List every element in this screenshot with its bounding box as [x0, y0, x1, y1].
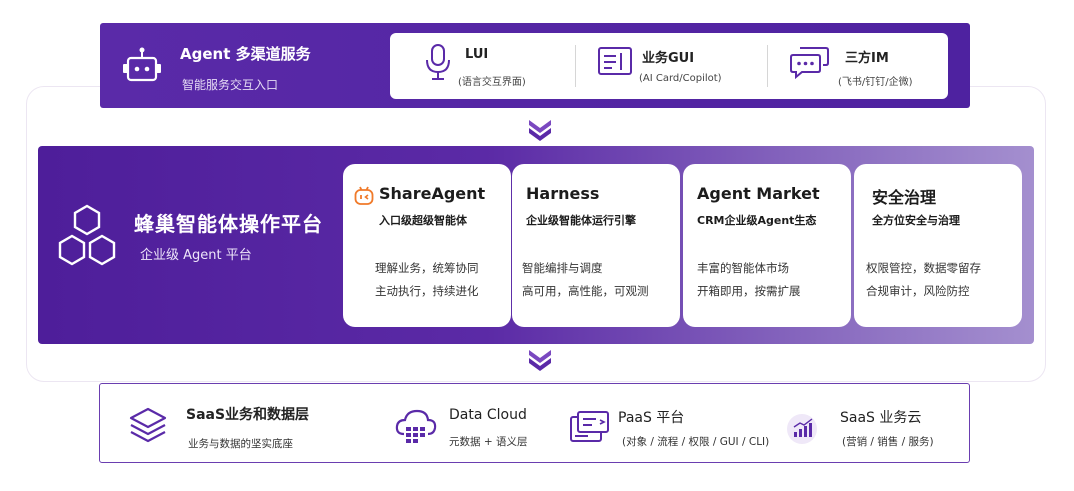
- channel-item-title: 三方IM: [845, 51, 889, 66]
- channel-title: Agent 多渠道服务: [180, 45, 311, 63]
- divider: [575, 45, 576, 87]
- hexagon-cluster-icon: [58, 204, 116, 266]
- platform-card-shareagent: ShareAgent 入口级超级智能体 理解业务，统筹协同 主动执行，持续进化: [343, 164, 511, 327]
- platform-card-harness: Harness 企业级智能体运行引擎 智能编排与调度 高可用，高性能，可观测: [512, 164, 680, 327]
- share-agent-face-icon: [354, 186, 374, 205]
- card-title: ShareAgent: [379, 184, 486, 203]
- gui-window-icon: [598, 47, 632, 75]
- channel-card: LUI (语言交互界面) 业务GUI (AI Card/Copilot) 三方I…: [390, 33, 948, 99]
- paas-terminal-icon: [570, 411, 609, 442]
- card-title: Harness: [526, 184, 600, 203]
- saas-layer: SaaS业务和数据层 业务与数据的坚实底座 Data Cloud 元数据 + 语…: [99, 383, 970, 463]
- saas-item-data-cloud: Data Cloud 元数据 + 语义层: [395, 384, 545, 462]
- channel-subtitle: 智能服务交互入口: [182, 78, 279, 92]
- card-line: 智能编排与调度: [522, 261, 603, 275]
- saas-item-paas: PaaS 平台 (对象 / 流程 / 权限 / GUI / CLI): [570, 384, 790, 462]
- channel-item-title: 业务GUI: [642, 51, 695, 66]
- card-line: 主动执行，持续进化: [375, 284, 479, 298]
- channel-item-sub: (AI Card/Copilot): [639, 73, 722, 84]
- card-line: 高可用，高性能，可观测: [522, 284, 649, 298]
- saas-item-sub: (营销 / 销售 / 服务): [842, 436, 934, 448]
- chevron-down-icon: [529, 120, 551, 141]
- card-line: 权限管控，数据零留存: [866, 261, 981, 275]
- platform-card-agent-market: Agent Market CRM企业级Agent生态 丰富的智能体市场 开箱即用…: [683, 164, 851, 327]
- card-subtitle: 全方位安全与治理: [872, 214, 960, 227]
- cloud-database-icon: [395, 409, 437, 443]
- stack-layers-icon: [129, 407, 167, 443]
- channel-item-lui: LUI (语言交互界面): [420, 33, 570, 99]
- saas-item-business-cloud: SaaS 业务云 (营销 / 销售 / 服务): [786, 384, 961, 462]
- channel-item-sub: (语言交互界面): [458, 77, 526, 88]
- card-line: 理解业务，统筹协同: [375, 261, 479, 275]
- card-subtitle: 入口级超级智能体: [379, 214, 467, 227]
- card-subtitle: CRM企业级Agent生态: [697, 214, 817, 227]
- channel-banner: Agent 多渠道服务 智能服务交互入口 LUI (语言交互界面) 业务GUI …: [100, 23, 970, 108]
- chat-bubbles-icon: [790, 47, 829, 79]
- platform-title: 蜂巢智能体操作平台: [134, 212, 323, 236]
- divider: [767, 45, 768, 87]
- robot-icon: [123, 47, 161, 82]
- platform-subtitle: 企业级 Agent 平台: [140, 248, 252, 263]
- saas-item-title: SaaS 业务云: [840, 410, 922, 426]
- microphone-icon: [426, 44, 450, 80]
- chevron-down-icon: [529, 350, 551, 371]
- card-line: 合规审计，风险防控: [866, 284, 970, 298]
- channel-item-title: LUI: [465, 47, 489, 62]
- channel-item-gui: 业务GUI (AI Card/Copilot): [595, 33, 760, 99]
- saas-item-title: PaaS 平台: [618, 410, 685, 426]
- bar-chart-icon: [787, 414, 817, 444]
- card-line: 丰富的智能体市场: [697, 261, 789, 275]
- platform-card-security: 安全治理 全方位安全与治理 权限管控，数据零留存 合规审计，风险防控: [854, 164, 1022, 327]
- saas-item-title: Data Cloud: [449, 407, 527, 423]
- saas-subtitle: 业务与数据的坚实底座: [188, 438, 293, 450]
- card-line: 开箱即用，按需扩展: [697, 284, 801, 298]
- platform-banner: 蜂巢智能体操作平台 企业级 Agent 平台 ShareAgent 入口级超级智…: [38, 146, 1034, 344]
- channel-item-sub: (飞书/钉钉/企微): [838, 77, 913, 88]
- saas-title: SaaS业务和数据层: [186, 407, 310, 423]
- card-subtitle: 企业级智能体运行引擎: [526, 214, 636, 227]
- saas-item-sub: 元数据 + 语义层: [449, 436, 528, 448]
- card-title: 安全治理: [872, 188, 937, 207]
- channel-item-im: 三方IM (飞书/钉钉/企微): [790, 33, 940, 99]
- saas-item-sub: (对象 / 流程 / 权限 / GUI / CLI): [622, 436, 770, 448]
- card-title: Agent Market: [697, 184, 820, 203]
